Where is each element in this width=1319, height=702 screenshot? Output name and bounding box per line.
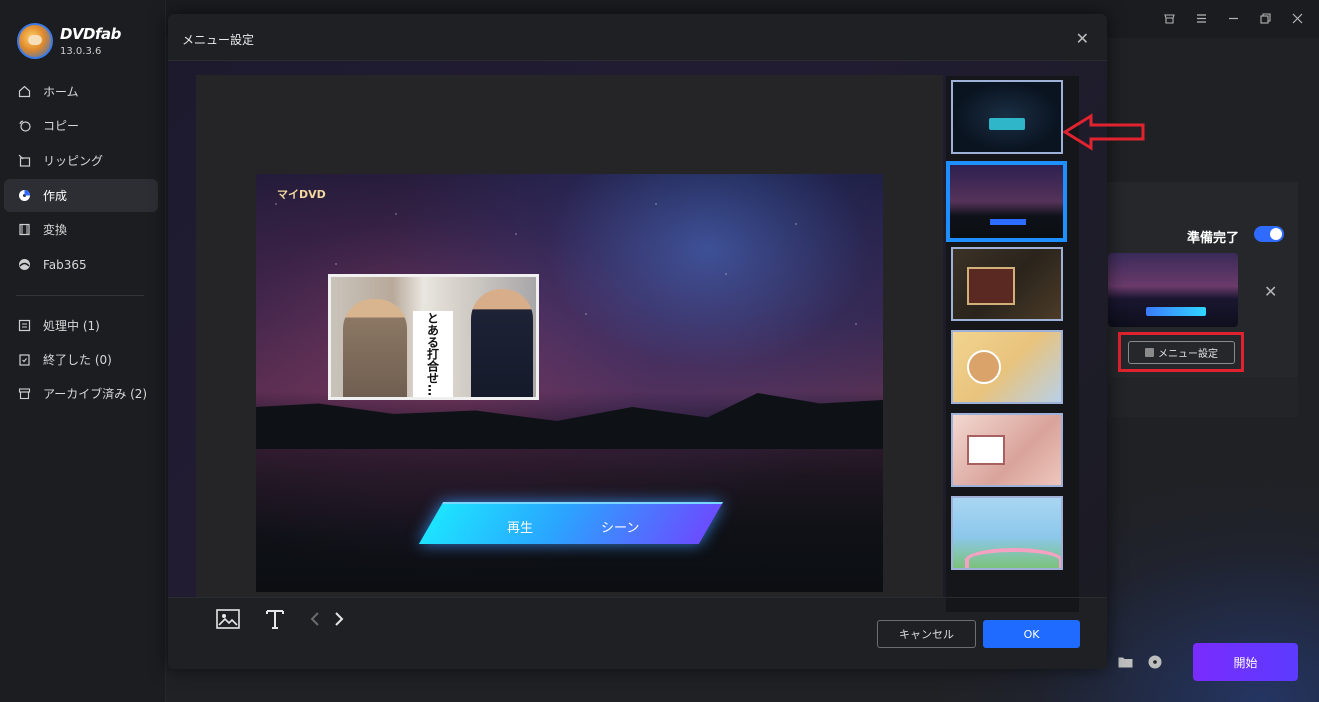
finished-icon [17,353,31,367]
ripping-icon [17,154,31,168]
sidebar-item-finished[interactable]: 終了した (0) [4,343,158,376]
image-icon[interactable] [216,609,240,629]
archive-icon [17,387,31,401]
task-thumbnail [1108,253,1238,327]
template-thumbnail[interactable] [951,413,1063,487]
menu-settings-label: メニュー設定 [1158,349,1218,360]
sidebar-item-convert[interactable]: 変換 [4,213,158,246]
app-window: DVDfab 13.0.3.6 ホーム コピー リッピング 作成 変換 Fab3… [0,0,1319,702]
sidebar-item-fab365[interactable]: Fab365 [4,248,158,281]
sidebar-item-archived[interactable]: アーカイブ済み (2) [4,377,158,410]
sidebar-item-label: ホーム [43,85,79,99]
annotation-arrow-icon [1063,113,1145,151]
folder-icon[interactable] [1117,655,1133,669]
dialog-title: メニュー設定 [182,33,255,47]
menu-settings-dialog: メニュー設定 ✕ マイDVD とある打合せ… 再生 シーン キャンセル OK [168,14,1107,669]
banner-shape [418,502,724,544]
dialog-footer-divider [168,597,1107,598]
ready-status-label: 準備完了 [1187,231,1240,246]
window-controls [1161,10,1305,26]
text-icon[interactable] [266,609,284,629]
processing-icon [17,319,31,333]
iso-icon[interactable] [1147,655,1163,669]
sidebar-item-label: 変換 [43,223,68,237]
sidebar-item-copy[interactable]: コピー [4,109,158,142]
start-button[interactable]: 開始 [1193,643,1298,681]
sidebar-item-create[interactable]: 作成 [4,179,158,212]
dialog-close-icon[interactable]: ✕ [1076,29,1089,48]
template-thumbnail[interactable] [951,247,1063,321]
sidebar-item-label: コピー [43,119,80,133]
sidebar-item-label: Fab365 [43,257,87,272]
menu-preview: マイDVD とある打合せ… 再生 シーン [256,174,883,592]
app-name: DVDfab [60,25,121,43]
template-thumbnail[interactable] [951,496,1063,570]
copy-icon [17,119,31,133]
sidebar-item-label: 処理中 (1) [43,319,100,333]
window-close-icon[interactable] [1289,10,1305,26]
sidebar-item-label: 終了した (0) [43,353,112,367]
photo-caption: とある打合せ… [413,311,453,397]
app-version: 13.0.3.6 [60,46,102,57]
home-icon [17,85,31,99]
template-thumbnail[interactable] [951,80,1063,154]
menu-settings-icon [1145,348,1154,357]
photo-person [343,299,407,397]
template-thumbnail[interactable] [951,330,1063,404]
sidebar-item-ripping[interactable]: リッピング [4,144,158,177]
menu-photo-frame[interactable]: とある打合せ… [328,274,539,400]
sidebar-item-processing[interactable]: 処理中 (1) [4,309,158,342]
ok-button[interactable]: OK [983,620,1080,648]
template-list [946,76,1079,612]
convert-icon [17,223,31,237]
play-scene-banner: 再生 シーン [418,492,724,550]
play-label[interactable]: 再生 [507,517,533,536]
chevron-right-icon[interactable] [334,611,344,627]
sidebar-item-label: リッピング [43,154,104,168]
task-remove-icon[interactable]: ✕ [1264,282,1277,301]
restore-icon[interactable] [1257,10,1273,26]
sidebar-item-label: 作成 [43,189,68,203]
store-icon[interactable] [1161,10,1177,26]
sidebar-item-home[interactable]: ホーム [4,75,158,108]
create-disc-icon [17,189,31,203]
cancel-button[interactable]: キャンセル [877,620,976,648]
scene-label[interactable]: シーン [601,517,639,536]
ready-toggle[interactable] [1254,226,1284,242]
menu-icon[interactable] [1193,10,1209,26]
fab365-icon [17,258,31,272]
photo-person [471,289,533,397]
task-card-footer [1107,377,1298,417]
minimize-icon[interactable] [1225,10,1241,26]
sidebar: DVDfab 13.0.3.6 ホーム コピー リッピング 作成 変換 Fab3… [0,0,166,702]
menu-title-text[interactable]: マイDVD [277,186,326,202]
output-options [1117,655,1163,669]
dvdfab-logo [17,23,53,59]
template-thumbnail-selected[interactable] [946,161,1067,242]
sidebar-divider [16,295,144,296]
sidebar-item-label: アーカイブ済み (2) [43,387,148,401]
preview-toolbar [216,609,344,629]
menu-settings-button[interactable]: メニュー設定 [1128,341,1235,364]
chevron-left-icon[interactable] [310,611,320,627]
